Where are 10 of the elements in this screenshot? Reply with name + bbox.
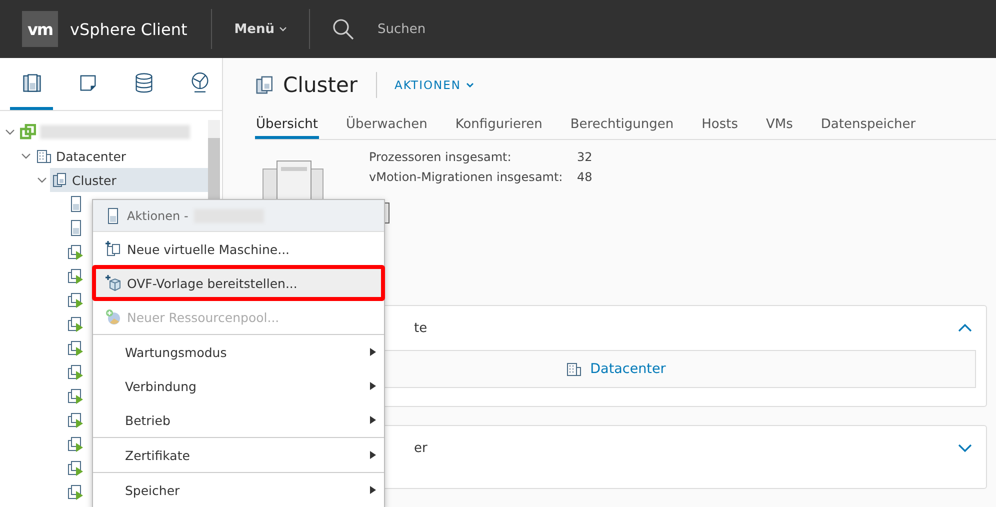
panel-title: er [414,440,428,456]
page-title: Cluster [283,73,358,98]
menu-title: Aktionen - [127,208,188,222]
app-title: vSphere Client [70,20,188,38]
panel-title: te [414,320,428,336]
stat-label: Prozessoren insgesamt: [369,150,512,166]
stat-value: 32 [577,150,592,166]
stat-value: 48 [577,170,592,186]
stat-label: vMotion-Migrationen insgesamt: [369,170,564,186]
vm-logo: vm [22,11,58,47]
